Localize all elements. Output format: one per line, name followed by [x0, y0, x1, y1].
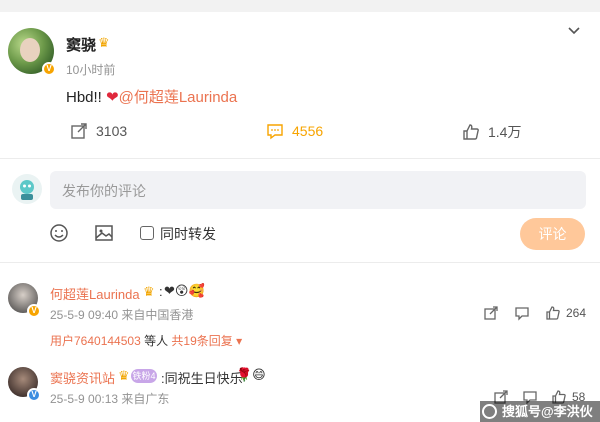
reply-summary[interactable]: 用户7640144503 等人 共19条回复 ▾ — [50, 332, 242, 349]
commenter-name[interactable]: 何超莲Laurinda — [50, 284, 140, 303]
reply-middle: 等人 — [140, 334, 172, 348]
repost-checkbox-label[interactable]: 同时转发 — [160, 224, 216, 244]
thumbs-up-icon[interactable] — [545, 305, 561, 321]
sohu-logo-icon — [482, 404, 497, 419]
crown-icon: ♛ — [98, 35, 110, 50]
image-icon[interactable] — [93, 222, 115, 244]
verified-badge-icon: V — [27, 388, 41, 402]
top-strip — [0, 0, 600, 12]
comment-count: 4556 — [292, 123, 324, 139]
comment-text: : — [159, 284, 163, 299]
like-button[interactable]: 1.4万 — [462, 122, 521, 142]
author-name[interactable]: 窦骁 — [66, 34, 96, 55]
crown-icon: ♛ — [118, 368, 130, 383]
comment-meta: 25-5-9 00:13 来自广东 — [50, 392, 170, 406]
repost-icon[interactable] — [483, 305, 499, 321]
caret-down-icon[interactable]: ▾ — [236, 334, 242, 348]
fan-level-badge: 铁粉4 — [131, 369, 157, 383]
reply-total[interactable]: 共19条回复 — [171, 334, 232, 348]
comment-icon — [267, 124, 283, 140]
submit-comment-button[interactable]: 评论 — [520, 218, 585, 250]
repost-checkbox[interactable] — [140, 226, 154, 240]
reply-user[interactable]: 用户7640144503 — [50, 334, 141, 348]
comment-input[interactable]: 发布你的评论 — [50, 171, 586, 209]
commenter-name[interactable]: 窦骁资讯站 — [50, 368, 115, 387]
divider — [0, 158, 600, 159]
comment-button[interactable]: 4556 — [266, 122, 323, 140]
verified-badge-icon: V — [27, 304, 41, 318]
emoji-icon[interactable] — [48, 222, 70, 244]
verified-badge-icon: V — [42, 62, 56, 76]
post-time[interactable]: 10小时前 — [66, 61, 115, 78]
repost-icon — [71, 123, 87, 139]
divider — [0, 262, 600, 263]
heart-emoji: ❤ — [106, 89, 119, 106]
comment-meta: 25-5-9 09:40 来自中国香港 — [50, 308, 194, 322]
chevron-down-icon[interactable] — [566, 23, 582, 39]
mention-link[interactable]: @何超莲Laurinda — [119, 89, 238, 106]
comment-like-count: 264 — [566, 306, 587, 320]
post-text-prefix: Hbd!! — [66, 89, 107, 106]
like-count: 1.4万 — [488, 124, 522, 140]
comment-icon[interactable] — [514, 305, 530, 321]
repost-button[interactable]: 3103 — [70, 122, 127, 140]
my-avatar[interactable] — [12, 174, 42, 204]
comment-text: :同祝生日快乐 — [161, 371, 243, 386]
post-text: Hbd!! ❤@何超莲Laurinda — [66, 86, 237, 107]
thumbs-up-icon — [463, 124, 479, 140]
robot-avatar-icon — [20, 180, 34, 200]
crown-icon: ♛ — [143, 284, 155, 299]
repost-count: 3103 — [96, 123, 128, 139]
comment-emojis: 🌹😄 — [236, 367, 266, 382]
comment-emojis: ❤😲🥰 — [164, 283, 205, 298]
watermark: 搜狐号@李洪伙 — [480, 401, 600, 422]
